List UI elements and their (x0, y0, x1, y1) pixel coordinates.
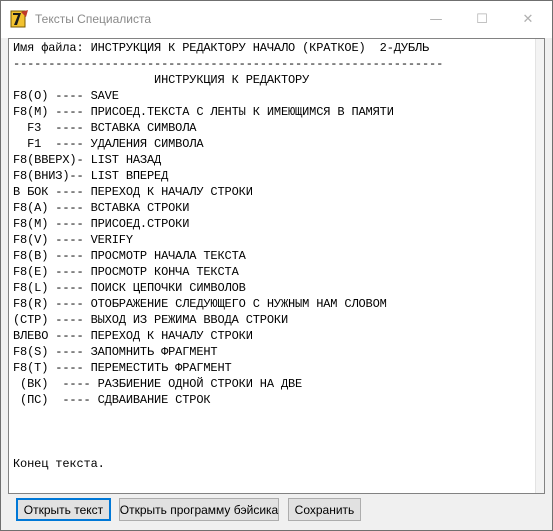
open-basic-program-button[interactable]: Открыть программу бэйсика (119, 498, 279, 521)
text-line: ИНСТРУКЦИЯ К РЕДАКТОРУ (13, 73, 310, 87)
text-line: F8(L) ---- ПОИСК ЦЕПОЧКИ СИМВОЛОВ (13, 281, 246, 295)
text-line: F8(B) ---- ПРОСМОТР НАЧАЛА ТЕКСТА (13, 249, 246, 263)
text-line: (ПС) ---- СДВАИВАНИЕ СТРОК (13, 393, 211, 407)
text-line: F8(M) ---- ПРИСОЕД.ТЕКСТА С ЛЕНТЫ К ИМЕЮ… (13, 105, 394, 119)
text-line: Имя файла: ИНСТРУКЦИЯ К РЕДАКТОРУ НАЧАЛО… (13, 41, 430, 55)
text-line: F8(E) ---- ПРОСМОТР КОНЧА ТЕКСТА (13, 265, 239, 279)
close-button[interactable]: ✕ (505, 1, 551, 38)
maximize-button[interactable]: ☐ (459, 1, 505, 38)
text-line: F3 ---- ВСТАВКА СИМВОЛА (13, 121, 197, 135)
text-line: ВЛЕВО ---- ПЕРЕХОД К НАЧАЛУ СТРОКИ (13, 329, 253, 343)
text-line: F8(M) ---- ПРИСОЕД.СТРОКИ (13, 217, 190, 231)
text-line: F8(R) ---- ОТОБРАЖЕНИЕ СЛЕДУЮЩЕГО С НУЖН… (13, 297, 387, 311)
text-line: F8(S) ---- ЗАПОМНИТЬ ФРАГМЕНТ (13, 345, 218, 359)
text-editor[interactable]: Имя файла: ИНСТРУКЦИЯ К РЕДАКТОРУ НАЧАЛО… (8, 38, 545, 494)
text-line: F8(A) ---- ВСТАВКА СТРОКИ (13, 201, 190, 215)
text-line: F8(ВНИЗ)-- LIST ВПЕРЕД (13, 169, 169, 183)
text-line: F8(O) ---- SAVE (13, 89, 119, 103)
text-line: (СТР) ---- ВЫХОД ИЗ РЕЖИМА ВВОДА СТРОКИ (13, 313, 288, 327)
text-line: F8(T) ---- ПЕРЕМЕСТИТЬ ФРАГМЕНТ (13, 361, 232, 375)
save-button[interactable]: Сохранить (288, 498, 361, 521)
text-line: Конец текста. (13, 457, 105, 471)
minimize-button[interactable]: — (413, 1, 459, 38)
app-window: Тексты Специалиста — ☐ ✕ Имя файла: ИНСТ… (0, 0, 553, 531)
text-line: В БОК ---- ПЕРЕХОД К НАЧАЛУ СТРОКИ (13, 185, 253, 199)
title-bar[interactable]: Тексты Специалиста — ☐ ✕ (1, 1, 552, 38)
open-text-button[interactable]: Открыть текст (16, 498, 111, 521)
window-title: Тексты Специалиста (35, 12, 151, 26)
text-line: F8(V) ---- VERIFY (13, 233, 133, 247)
text-line: F8(ВВЕРХ)- LIST НАЗАД (13, 153, 162, 167)
app-icon (10, 10, 28, 28)
text-line: (ВК) ---- РАЗБИЕНИЕ ОДНОЙ СТРОКИ НА ДВЕ (13, 377, 303, 391)
vertical-scrollbar[interactable] (535, 39, 544, 493)
text-line: F1 ---- УДАЛЕНИЯ СИМВОЛА (13, 137, 204, 151)
text-line: ----------------------------------------… (13, 57, 444, 71)
